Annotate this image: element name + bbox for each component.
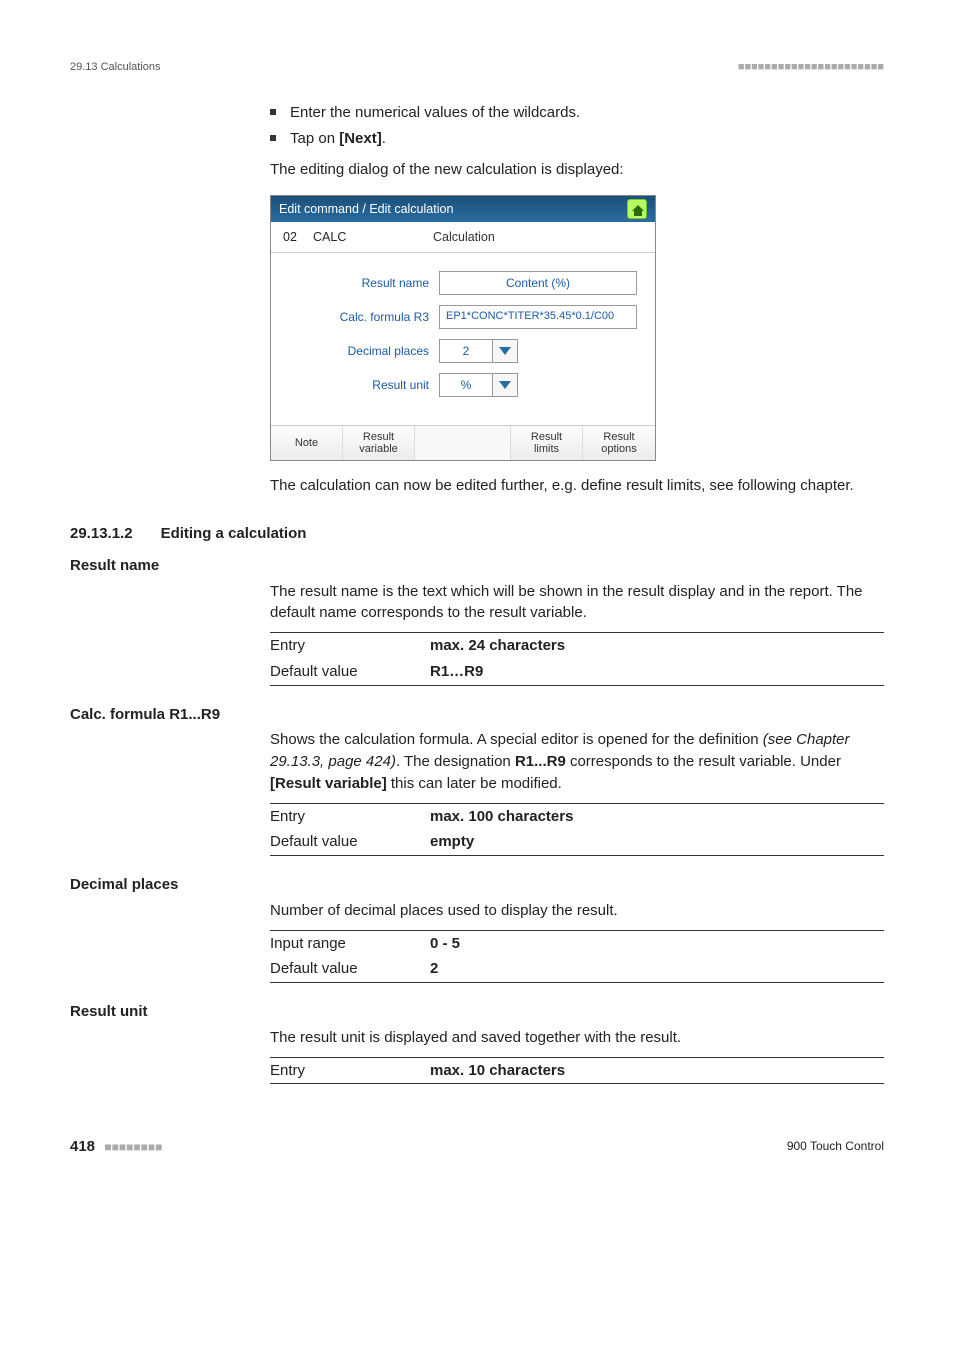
result-options-button[interactable]: Result options	[583, 426, 655, 460]
param-description: The result name is the text which will b…	[70, 581, 884, 625]
header-dashes: ■■■■■■■■■■■■■■■■■■■■■■	[738, 60, 884, 76]
dialog-title: Edit command / Edit calculation	[279, 200, 453, 218]
note-button[interactable]: Note	[271, 426, 343, 460]
dialog-titlebar: Edit command / Edit calculation	[271, 196, 655, 222]
calc-formula-input[interactable]: EP1*CONC*TITER*35.45*0.1/C00	[439, 305, 637, 329]
entry-value: max. 100 characters	[430, 803, 884, 829]
param-table: Entry max. 24 characters Default value R…	[270, 632, 884, 686]
entry-label: Entry	[270, 1057, 430, 1084]
breadcrumb: 29.13 Calculations	[70, 60, 161, 76]
param-title: Result unit	[70, 1001, 884, 1023]
dialog-footer: Note Result variable Result limits Resul…	[271, 425, 655, 460]
command-label: Calculation	[433, 228, 495, 246]
text: Shows the calculation formula. A special…	[270, 731, 763, 748]
text: Tap on	[290, 130, 339, 147]
text-bold: [Next]	[339, 130, 382, 147]
chevron-down-icon	[499, 347, 511, 355]
footer-spacer	[415, 426, 511, 460]
section-heading: 29.13.1.2 Editing a calculation	[70, 523, 884, 545]
default-value: 2	[430, 956, 884, 982]
entry-value: max. 24 characters	[430, 633, 884, 659]
bullet-item: Tap on [Next].	[290, 128, 386, 150]
section-number: 29.13.1.2	[70, 523, 133, 545]
param-result-name: Result name The result name is the text …	[70, 555, 884, 686]
section-title: Editing a calculation	[161, 523, 307, 545]
result-variable-button[interactable]: Result variable	[343, 426, 415, 460]
bullet-list: Enter the numerical values of the wildca…	[270, 102, 884, 150]
param-calc-formula: Calc. formula R1...R9 Shows the calculat…	[70, 704, 884, 857]
default-label: Default value	[270, 659, 430, 685]
text: . The designation	[396, 753, 515, 770]
field-label-decimal-places: Decimal places	[271, 343, 439, 360]
footer-dashes: ■■■■■■■■	[104, 1140, 162, 1154]
product-name: 900 Touch Control	[787, 1138, 884, 1155]
running-header: 29.13 Calculations ■■■■■■■■■■■■■■■■■■■■■…	[70, 60, 884, 76]
param-result-unit: Result unit The result unit is displayed…	[70, 1001, 884, 1084]
result-unit-dropdown[interactable]	[492, 373, 518, 397]
param-description: Number of decimal places used to display…	[70, 900, 884, 922]
text-bold: [Result variable]	[270, 775, 387, 792]
page-number: 418	[70, 1138, 95, 1155]
param-description: The result unit is displayed and saved t…	[70, 1027, 884, 1049]
param-table: Entry max. 100 characters Default value …	[270, 803, 884, 857]
decimal-places-input[interactable]: 2	[439, 339, 493, 363]
text: this can later be modified.	[387, 775, 562, 792]
field-label-result-unit: Result unit	[271, 377, 439, 394]
default-value: empty	[430, 829, 884, 855]
param-table: Input range 0 - 5 Default value 2	[270, 930, 884, 984]
param-title: Calc. formula R1...R9	[70, 704, 884, 726]
param-decimal-places: Decimal places Number of decimal places …	[70, 874, 884, 983]
result-unit-input[interactable]: %	[439, 373, 493, 397]
range-value: 0 - 5	[430, 930, 884, 956]
default-value: R1…R9	[430, 659, 884, 685]
entry-label: Entry	[270, 633, 430, 659]
bullet-icon	[270, 109, 276, 115]
caption: The editing dialog of the new calculatio…	[270, 159, 884, 181]
text-bold: R1...R9	[515, 753, 566, 770]
page-footer: 418 ■■■■■■■■ 900 Touch Control	[70, 1136, 884, 1158]
param-title: Result name	[70, 555, 884, 577]
text: corresponds to the result variable. Unde…	[566, 753, 841, 770]
command-index: 02	[283, 228, 313, 246]
edit-calculation-dialog: Edit command / Edit calculation 02 CALC …	[270, 195, 656, 461]
home-icon[interactable]	[627, 199, 647, 219]
result-limits-button[interactable]: Result limits	[511, 426, 583, 460]
result-name-input[interactable]: Content (%)	[439, 271, 637, 295]
dialog-id-row: 02 CALC Calculation	[271, 222, 655, 253]
bullet-icon	[270, 135, 276, 141]
post-screenshot-text: The calculation can now be edited furthe…	[270, 475, 884, 497]
range-label: Input range	[270, 930, 430, 956]
dialog-body: Result name Content (%) Calc. formula R3…	[271, 253, 655, 425]
param-description: Shows the calculation formula. A special…	[70, 729, 884, 794]
bullet-item: Enter the numerical values of the wildca…	[290, 102, 580, 124]
param-table: Entry max. 10 characters	[270, 1057, 884, 1085]
entry-value: max. 10 characters	[430, 1057, 884, 1084]
field-label-calc-formula: Calc. formula R3	[271, 309, 439, 326]
command-code: CALC	[313, 228, 433, 246]
text: .	[382, 130, 386, 147]
entry-label: Entry	[270, 803, 430, 829]
chevron-down-icon	[499, 381, 511, 389]
field-label-result-name: Result name	[271, 275, 439, 292]
decimal-places-dropdown[interactable]	[492, 339, 518, 363]
param-title: Decimal places	[70, 874, 884, 896]
default-label: Default value	[270, 956, 430, 982]
default-label: Default value	[270, 829, 430, 855]
